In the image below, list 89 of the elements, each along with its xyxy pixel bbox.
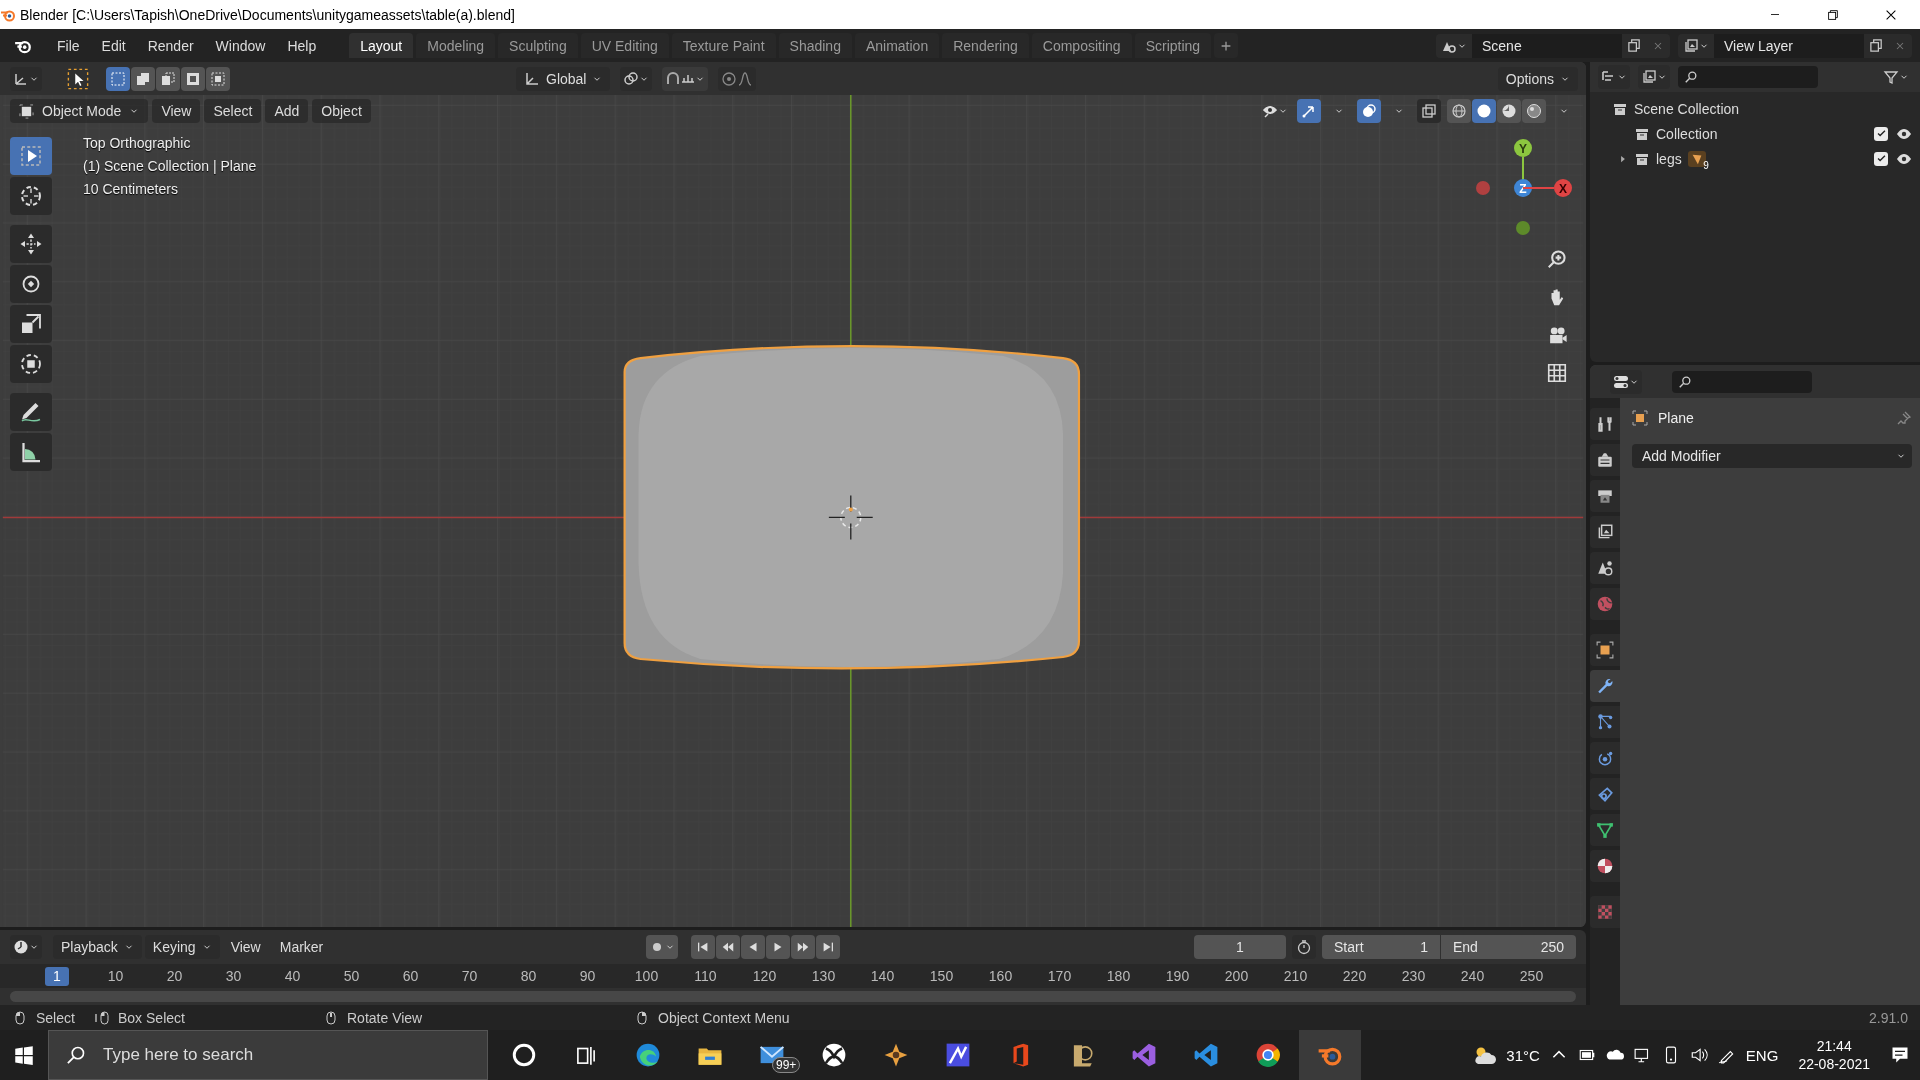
hint-text: Box Select — [118, 1009, 185, 1026]
temperature-text: 31°C — [1506, 1046, 1540, 1064]
menu-item[interactable]: Edit — [90, 37, 137, 54]
viewport-info-text: (1) Scene Collection | Plane — [83, 158, 257, 174]
menu-item[interactable]: Object — [312, 99, 371, 123]
field-label: Start — [1334, 939, 1364, 955]
frame-number: 100 — [633, 968, 660, 984]
frame-number: 120 — [751, 968, 778, 984]
frame-number: 230 — [1400, 968, 1427, 984]
clock-time[interactable]: 21:44 — [1816, 1038, 1852, 1054]
notification-badge: 99+ — [772, 1057, 801, 1073]
workspace-tab[interactable]: Sculpting — [498, 33, 578, 58]
frame-number: 250 — [1518, 968, 1545, 984]
viewport-info-text: 10 Centimeters — [83, 181, 179, 197]
menu-item[interactable]: View — [152, 99, 201, 123]
frame-number: 140 — [869, 968, 896, 984]
menu-item[interactable]: View — [222, 935, 269, 959]
frame-number: 10 — [106, 968, 125, 984]
menu-label: Playback — [61, 939, 118, 955]
frame-number: 30 — [224, 968, 243, 984]
menu-item[interactable]: File — [46, 37, 91, 54]
hint-text: Select — [36, 1009, 75, 1026]
start-frame-field[interactable]: Start 1 — [1322, 935, 1440, 959]
workspace-tab[interactable]: Rendering — [942, 33, 1029, 58]
frame-number: 60 — [401, 968, 420, 984]
current-frame-field[interactable]: 1 — [1194, 935, 1286, 959]
viewport-info-text: Top Orthographic — [83, 135, 192, 151]
field-label: End — [1453, 939, 1478, 955]
options-dropdown[interactable]: Options — [1497, 66, 1578, 91]
dropdown-label: Add Modifier — [1642, 448, 1721, 464]
frame-number: 20 — [165, 968, 184, 984]
workspace-tab[interactable]: Shading — [778, 33, 852, 58]
view-layer-field[interactable]: View Layer — [1714, 33, 1864, 58]
search-field[interactable]: Type here to search — [48, 1030, 488, 1080]
menu-item[interactable]: Help — [276, 37, 328, 54]
frame-number: 130 — [810, 968, 837, 984]
hint-text: Rotate View — [347, 1009, 423, 1026]
version-text: 2.91.0 — [1869, 1009, 1908, 1026]
menu-dropdown[interactable]: Keying — [144, 935, 220, 959]
collection-label[interactable]: legs — [1656, 150, 1682, 167]
frame-number: 40 — [283, 968, 302, 984]
workspace-tab[interactable]: Compositing — [1031, 33, 1132, 58]
frame-number: 80 — [519, 968, 538, 984]
frame-number: 210 — [1282, 968, 1309, 984]
add-modifier-dropdown[interactable]: Add Modifier — [1632, 444, 1912, 468]
count-text: 9 — [1703, 159, 1709, 171]
frame-number: 50 — [342, 968, 361, 984]
menu-item[interactable]: Select — [204, 99, 262, 123]
frame-number: 170 — [1046, 968, 1073, 984]
orientation-dropdown[interactable]: Global — [516, 66, 611, 91]
clock-date[interactable]: 22-08-2021 — [1798, 1056, 1870, 1072]
scene-field[interactable]: Scene — [1472, 33, 1622, 58]
object-name: Plane — [1658, 410, 1695, 426]
workspace-tab[interactable]: Scripting — [1134, 33, 1212, 58]
workspace-tab[interactable]: Texture Paint — [671, 33, 776, 58]
frame-number: 180 — [1105, 968, 1132, 984]
frame-number: 150 — [928, 968, 955, 984]
mode-dropdown[interactable]: Object Mode — [10, 99, 149, 123]
mode-label: Object Mode — [42, 103, 122, 119]
menu-item[interactable]: Marker — [271, 935, 332, 959]
hint-text: Object Context Menu — [658, 1009, 790, 1026]
workspace-tab[interactable]: Modeling — [416, 33, 496, 58]
taskbar-app-button[interactable]: 99+ — [741, 1030, 803, 1080]
frame-number: 240 — [1459, 968, 1486, 984]
options-label: Options — [1505, 70, 1554, 87]
current-frame-marker[interactable]: 1 — [45, 966, 69, 986]
orientation-label: Global — [546, 70, 587, 87]
field-value: 250 — [1540, 939, 1564, 955]
workspace-tab[interactable]: UV Editing — [580, 33, 669, 58]
frame-number: 70 — [460, 968, 479, 984]
menu-item[interactable]: Add — [265, 99, 309, 123]
workspace-tab[interactable]: Layout — [349, 33, 414, 58]
frame-number: 190 — [1164, 968, 1191, 984]
menu-item[interactable]: Render — [136, 37, 205, 54]
frame-number: 220 — [1341, 968, 1368, 984]
language-indicator[interactable]: ENG — [1745, 1046, 1779, 1064]
frame-number: 160 — [987, 968, 1014, 984]
collection-label[interactable]: Scene Collection — [1634, 100, 1920, 117]
collection-label[interactable]: Collection — [1656, 125, 1718, 142]
menu-dropdown[interactable]: Playback — [53, 935, 142, 959]
menu-label: Keying — [152, 939, 196, 955]
end-frame-field[interactable]: End 250 — [1441, 935, 1576, 959]
window-title: Blender [C:\Users\Tapish\OneDrive\Documents\unitygameassets\table(a).blend] — [20, 6, 516, 23]
frame-number: 110 — [693, 968, 718, 984]
workspace-tab[interactable]: Animation — [854, 33, 940, 58]
frame-number: 90 — [578, 968, 597, 984]
menu-item[interactable]: Window — [204, 37, 277, 54]
frame-number: 200 — [1223, 968, 1250, 984]
field-value: 1 — [1420, 939, 1428, 955]
